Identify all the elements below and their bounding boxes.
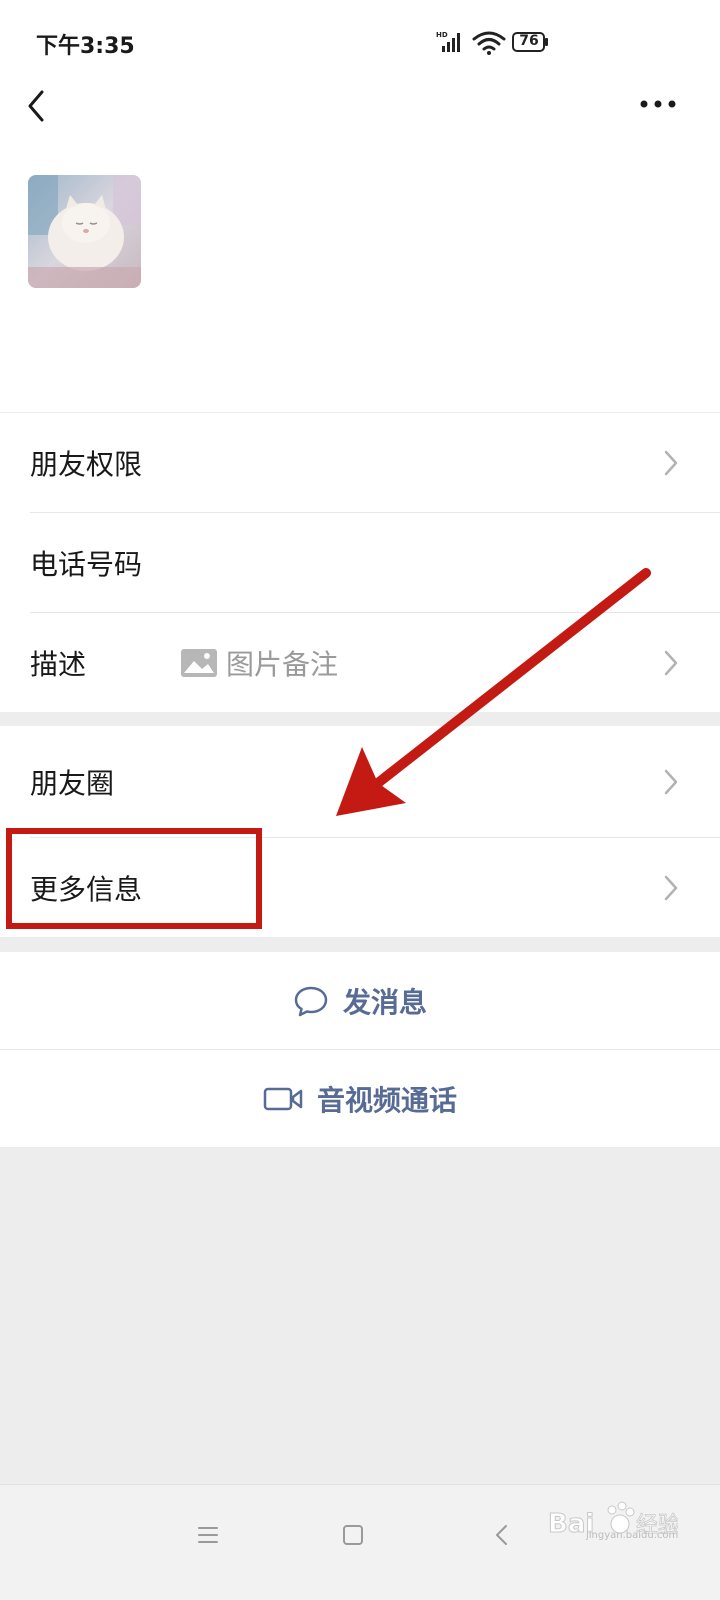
chevron-right-icon — [664, 450, 678, 475]
settings-group-primary: 朋友权限 电话号码 描述 图片备注 — [0, 413, 720, 712]
description-hint: 图片备注 — [226, 647, 339, 681]
image-icon — [181, 648, 217, 677]
status-bar: 下午3:35 HD 76 — [0, 0, 720, 84]
menu-icon[interactable] — [196, 1523, 220, 1547]
row-phone-number[interactable]: 电话号码 — [30, 513, 720, 613]
contact-profile-screen: 下午3:35 HD 76 朋友权限 电话号码 描述 图片备注 朋友圈 更多信息 … — [0, 0, 720, 1600]
send-message-button[interactable]: 发消息 — [0, 952, 720, 1049]
row-label: 朋友圈 — [30, 766, 115, 800]
avatar[interactable] — [28, 175, 141, 288]
video-call-button[interactable]: 音视频通话 — [0, 1050, 720, 1147]
battery-level: 76 — [519, 33, 539, 49]
row-label: 描述 — [30, 647, 87, 681]
annotation-highlight-box — [6, 828, 262, 929]
chat-bubble-icon — [294, 986, 328, 1016]
signal-icon: HD — [436, 31, 460, 52]
send-message-label: 发消息 — [342, 985, 427, 1019]
row-label: 电话号码 — [30, 547, 143, 581]
back-icon[interactable] — [490, 1523, 514, 1547]
baidu-jingyan-watermark: Bai 经验 — [548, 1501, 678, 1540]
chevron-left-icon[interactable] — [20, 84, 56, 128]
row-friend-permissions[interactable]: 朋友权限 — [30, 413, 720, 513]
video-camera-icon — [263, 1087, 303, 1110]
row-description[interactable]: 描述 图片备注 — [30, 613, 720, 712]
video-call-label: 音视频通话 — [316, 1083, 457, 1117]
more-dots-icon[interactable] — [638, 96, 678, 112]
status-time: 下午3:35 — [36, 34, 135, 59]
home-icon[interactable] — [341, 1523, 365, 1547]
chevron-right-icon — [664, 769, 678, 794]
row-moments[interactable]: 朋友圈 — [30, 726, 720, 838]
profile-header: 下午3:35 HD 76 — [0, 0, 720, 412]
wifi-icon — [472, 31, 506, 55]
row-label: 朋友权限 — [30, 447, 143, 481]
chevron-right-icon — [664, 650, 678, 675]
watermark-url: jingyan.baidu.com — [586, 1530, 679, 1541]
chevron-right-icon — [664, 875, 678, 900]
svg-text:HD: HD — [436, 31, 448, 39]
